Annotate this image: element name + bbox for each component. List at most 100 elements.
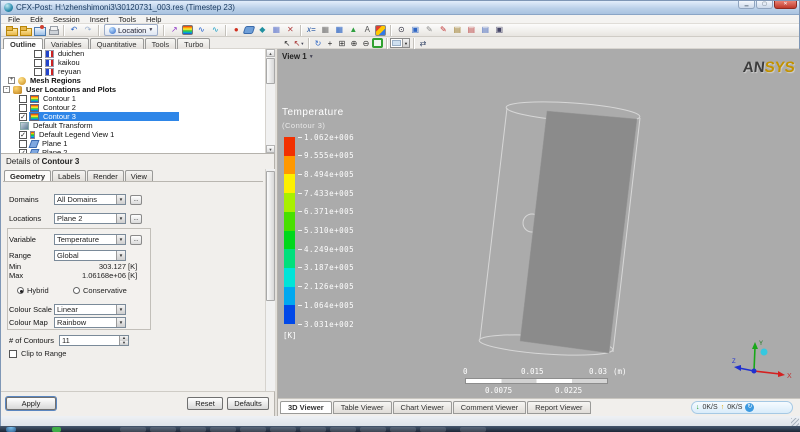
taskbar-app-icon[interactable] [210, 427, 236, 432]
tree-item-kaikou[interactable]: kaikou [1, 58, 274, 67]
plane-icon[interactable] [243, 26, 256, 34]
menu-item-edit[interactable]: Edit [25, 15, 48, 24]
colour-scale-select[interactable]: Linear ▼ [54, 304, 126, 315]
report-template-icon[interactable]: ▤ [479, 24, 491, 36]
num-contours-stepper[interactable]: 11 ▲▼ [59, 335, 129, 346]
variable-more-button[interactable]: ... [130, 235, 142, 245]
tree-scrollbar[interactable]: ▲ ▼ [265, 49, 275, 153]
view-selector-button[interactable]: View 1 ▼ [282, 52, 314, 61]
volume-icon[interactable]: ▦ [270, 24, 282, 36]
hybrid-radio[interactable] [17, 287, 24, 294]
taskbar-app-icon[interactable] [52, 427, 61, 432]
menu-item-session[interactable]: Session [48, 15, 85, 24]
tree-item-checkbox[interactable] [19, 104, 27, 112]
tree-scrollbar-thumb[interactable] [266, 58, 275, 84]
chart-icon[interactable]: ▲ [347, 24, 359, 36]
sync-views-icon[interactable]: ⇄ [417, 38, 429, 49]
defaults-button[interactable]: Defaults [227, 397, 269, 410]
title-bar[interactable]: CFX-Post: H:\zhenshimoni3\30120731_003.r… [1, 1, 799, 15]
state-notes-icon[interactable]: ▤ [465, 24, 477, 36]
locations-more-button[interactable]: ... [130, 214, 142, 224]
domains-select[interactable]: All Domains ▼ [54, 194, 126, 205]
taskbar-app-icon[interactable] [120, 427, 146, 432]
tree-item-duichen[interactable]: duichen [1, 49, 274, 58]
animation-icon[interactable]: ▣ [409, 24, 421, 36]
reset-button[interactable]: Reset [187, 397, 223, 410]
collapse-icon[interactable]: - [3, 86, 10, 93]
resize-grip[interactable] [791, 418, 799, 426]
pan-icon[interactable]: + [324, 38, 336, 49]
domains-more-button[interactable]: ... [130, 195, 142, 205]
tree-item-contour-3[interactable]: ✓Contour 3 [1, 112, 274, 121]
taskbar-app-icon[interactable] [240, 427, 266, 432]
load-state-icon[interactable] [19, 24, 31, 36]
calculator-icon[interactable]: ▦ [319, 24, 331, 36]
undo-icon[interactable]: ↶ [68, 24, 80, 36]
tree-item-checkbox[interactable]: ✓ [19, 131, 27, 139]
zoom-box-icon[interactable]: ⊞ [336, 38, 348, 49]
minimize-button[interactable]: ▁ [738, 1, 755, 9]
tree-item-plane-1[interactable]: Plane 1 [1, 139, 274, 148]
locations-select[interactable]: Plane 2 ▼ [54, 213, 126, 224]
taskbar-app-icon[interactable] [330, 427, 356, 432]
zoom-out-icon[interactable]: ⊖ [360, 38, 372, 49]
details-scrollbar-thumb[interactable] [266, 171, 275, 301]
tree-item-checkbox[interactable] [19, 95, 27, 103]
tree-item-default-transform[interactable]: Default Transform [1, 121, 274, 130]
viewer-tab-comment-viewer[interactable]: Comment Viewer [453, 401, 526, 414]
particle-track-icon[interactable]: ∿ [209, 24, 221, 36]
taskbar-app-icon[interactable] [390, 427, 416, 432]
tree-item-checkbox[interactable] [19, 140, 27, 148]
tree-item-contour-1[interactable]: Contour 1 [1, 94, 274, 103]
orbit-icon[interactable]: ↻ [312, 38, 324, 49]
location-button[interactable]: Location▼ [104, 24, 158, 36]
expand-icon[interactable]: + [8, 77, 15, 84]
viewer-tab-3d-viewer[interactable]: 3D Viewer [280, 401, 332, 414]
start-orb[interactable] [6, 427, 16, 432]
select-icon[interactable]: ↖ [281, 38, 293, 49]
tree-item-default-legend-view-1[interactable]: ✓Default Legend View 1 [1, 130, 274, 139]
quick-editor-icon[interactable]: ✎ [423, 24, 435, 36]
menu-item-file[interactable]: File [3, 15, 25, 24]
point-icon[interactable]: ● [230, 24, 242, 36]
conservative-radio[interactable] [73, 287, 80, 294]
tree-item-reyuan[interactable]: reyuan [1, 67, 274, 76]
refresh-icon[interactable]: ↻ [745, 403, 754, 412]
zoom-in-icon[interactable]: ⊕ [348, 38, 360, 49]
viewer-tab-report-viewer[interactable]: Report Viewer [527, 401, 590, 414]
print-icon[interactable] [47, 24, 59, 36]
network-speed-widget[interactable]: ↓ 0K/S ↑ 0K/S ↻ [691, 401, 793, 414]
save-snapshot-icon[interactable] [33, 24, 45, 36]
taskbar-app-icon[interactable] [460, 427, 486, 432]
taskbar-app-icon[interactable] [150, 427, 176, 432]
variable-select[interactable]: Temperature ▼ [54, 234, 126, 245]
menu-item-help[interactable]: Help [141, 15, 166, 24]
taskbar-app-icon[interactable] [420, 427, 446, 432]
redo-icon[interactable]: ↷ [82, 24, 94, 36]
table-icon[interactable]: ▦ [333, 24, 345, 36]
tree-item-checkbox[interactable]: ✓ [19, 113, 27, 121]
tree-item-checkbox[interactable] [34, 59, 42, 67]
tree-item-contour-2[interactable]: Contour 2 [1, 103, 274, 112]
taskbar-app-icon[interactable] [300, 427, 326, 432]
expression-icon[interactable]: x= [305, 24, 317, 36]
range-select[interactable]: Global ▼ [54, 250, 126, 261]
clip-plane-icon[interactable]: ✕ [284, 24, 296, 36]
details-scrollbar[interactable] [265, 169, 275, 391]
spin-down-icon[interactable]: ▼ [120, 341, 128, 346]
tree-item-checkbox[interactable] [34, 68, 42, 76]
colour-map-select[interactable]: Rainbow ▼ [54, 317, 126, 328]
timestep-clock-icon[interactable]: ⊙ [395, 24, 407, 36]
menu-item-tools[interactable]: Tools [113, 15, 141, 24]
report-icon[interactable] [375, 25, 386, 36]
comment-icon[interactable]: A [361, 24, 373, 36]
probe-select-icon[interactable]: ↖▼ [293, 38, 305, 49]
contour-plot-icon[interactable] [182, 25, 193, 35]
windows-taskbar[interactable] [0, 426, 800, 432]
tree-item-checkbox[interactable] [34, 50, 42, 58]
taskbar-app-icon[interactable] [360, 427, 386, 432]
tree-item-mesh-regions[interactable]: +Mesh Regions [1, 76, 274, 85]
viewer-tab-chart-viewer[interactable]: Chart Viewer [393, 401, 452, 414]
streamline-icon[interactable]: ∿ [195, 24, 207, 36]
annotate-pen-icon[interactable]: ✎ [437, 24, 449, 36]
